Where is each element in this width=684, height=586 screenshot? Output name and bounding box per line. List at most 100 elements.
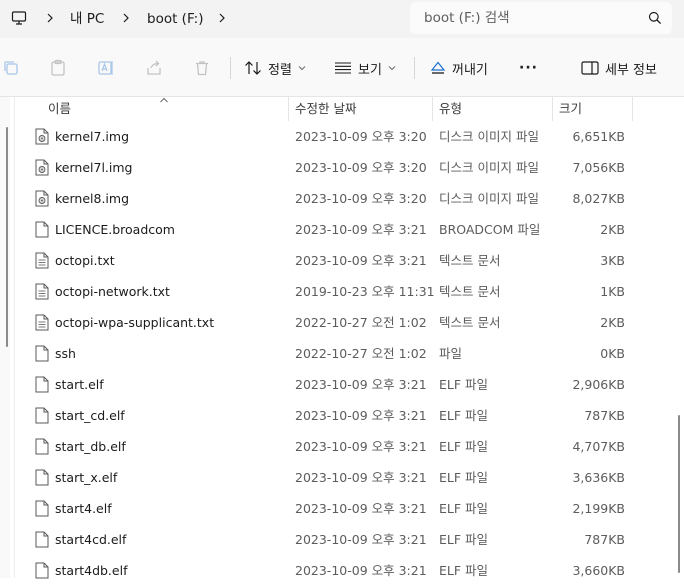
search-icon[interactable] <box>648 11 662 25</box>
file-date-modified: 2023-10-09 오후 3:21 <box>295 222 427 237</box>
file-date-modified: 2023-10-09 오후 3:21 <box>295 470 427 485</box>
sort-label: 정렬 <box>268 62 292 78</box>
file-date-modified: 2023-10-09 오후 3:21 <box>295 501 427 516</box>
file-row[interactable]: start4cd.elf 2023-10-09 오후 3:21 ELF 파일 787K… <box>28 524 636 555</box>
file-row[interactable]: start_x.elf 2023-10-09 오후 3:21 ELF 파일 3,636… <box>28 462 636 493</box>
file-name: start4db.elf <box>55 563 128 578</box>
file-row[interactable]: LICENCE.broadcom 2023-10-09 오후 3:21 BROADC… <box>28 214 636 245</box>
rename-icon[interactable] <box>97 59 115 77</box>
column-separator[interactable] <box>552 97 553 121</box>
column-separator[interactable] <box>432 97 433 121</box>
file-row[interactable]: octopi-network.txt 2019-10-23 오후 11:31 텍스트… <box>28 276 636 307</box>
file-row[interactable]: octopi-wpa-supplicant.txt 2022-10-27 오전 1… <box>28 307 636 338</box>
file-name: kernel7.img <box>55 129 129 144</box>
chevron-down-icon <box>388 66 396 71</box>
file-type: 텍스트 문서 <box>439 284 501 299</box>
file-size: 1KB <box>600 284 625 299</box>
file-size: 787KB <box>584 532 625 547</box>
file-date-modified: 2023-10-09 오후 3:21 <box>295 408 427 423</box>
sort-button[interactable]: 정렬 <box>244 54 306 82</box>
search-input[interactable] <box>424 9 634 27</box>
file-icon <box>35 438 49 455</box>
chevron-right-icon[interactable] <box>44 10 56 26</box>
text-file-icon <box>35 283 49 300</box>
column-header-size[interactable]: 크기 <box>559 97 582 123</box>
chevron-right-icon[interactable] <box>120 10 132 26</box>
file-size: 3,636KB <box>572 470 625 485</box>
file-size: 6,651KB <box>572 129 625 144</box>
breadcrumb-boot-drive[interactable]: boot (F:) <box>147 10 203 28</box>
sort-ascending-icon <box>160 97 168 103</box>
eject-button[interactable]: 꺼내기 <box>430 54 488 82</box>
file-row[interactable]: octopi.txt 2023-10-09 오후 3:21 텍스트 문서 3KB <box>28 245 636 276</box>
column-header-name[interactable]: 이름 <box>48 97 71 123</box>
file-name: octopi.txt <box>55 253 115 268</box>
view-label: 보기 <box>358 62 382 78</box>
file-date-modified: 2019-10-23 오후 11:31 <box>295 284 435 299</box>
file-type: 파일 <box>439 346 463 361</box>
more-options-button[interactable]: ··· <box>519 54 538 82</box>
more-options-icon: ··· <box>519 60 538 76</box>
file-row[interactable]: start.elf 2023-10-09 오후 3:21 ELF 파일 2,906KB <box>28 369 636 400</box>
text-file-icon <box>35 252 49 269</box>
command-bar: 정렬 보기 꺼내기 ··· 세부 정보 <box>0 38 684 97</box>
paste-icon[interactable] <box>49 59 67 77</box>
column-header-date[interactable]: 수정한 날짜 <box>295 97 356 123</box>
file-type: 디스크 이미지 파일 <box>439 129 539 144</box>
file-name: start4cd.elf <box>55 532 127 547</box>
file-row[interactable]: kernel8.img 2023-10-09 오후 3:20 디스크 이미지 파일 8… <box>28 183 636 214</box>
file-row[interactable]: start4db.elf 2023-10-09 오후 3:21 ELF 파일 3,66… <box>28 555 636 586</box>
file-name: octopi-network.txt <box>55 284 170 299</box>
file-row[interactable]: start_cd.elf 2023-10-09 오후 3:21 ELF 파일 787K… <box>28 400 636 431</box>
file-type: 텍스트 문서 <box>439 253 501 268</box>
navigation-pane-edge <box>0 97 10 578</box>
scrollbar-thumb[interactable] <box>678 415 680 573</box>
search-box[interactable] <box>410 2 672 34</box>
toolbar-divider <box>230 57 231 79</box>
vertical-scrollbar[interactable] <box>674 97 682 578</box>
file-name: LICENCE.broadcom <box>55 222 175 237</box>
file-name: start.elf <box>55 377 104 392</box>
breadcrumb-this-pc[interactable]: 내 PC <box>70 10 104 28</box>
address-bar[interactable]: 내 PC boot (F:) <box>0 2 400 34</box>
file-row[interactable]: start4.elf 2023-10-09 오후 3:21 ELF 파일 2,199K… <box>28 493 636 524</box>
view-list-icon <box>335 62 351 74</box>
eject-icon <box>430 61 446 74</box>
file-name: start_x.elf <box>55 470 118 485</box>
column-separator[interactable] <box>632 97 633 121</box>
file-name: kernel8.img <box>55 191 129 206</box>
details-pane-icon <box>581 61 599 75</box>
delete-icon[interactable] <box>193 59 211 77</box>
copy-icon[interactable] <box>2 59 20 77</box>
file-type: ELF 파일 <box>439 563 489 578</box>
address-bar-row: 내 PC boot (F:) <box>0 0 684 38</box>
view-button[interactable]: 보기 <box>334 54 396 82</box>
file-size: 2KB <box>600 222 625 237</box>
details-pane-button[interactable]: 세부 정보 <box>581 54 657 82</box>
file-name: start_db.elf <box>55 439 126 454</box>
file-icon <box>35 345 49 362</box>
column-header-type[interactable]: 유형 <box>439 97 462 123</box>
eject-label: 꺼내기 <box>452 62 488 78</box>
file-date-modified: 2023-10-09 오후 3:21 <box>295 253 427 268</box>
navigation-pane-scrollbar[interactable] <box>6 127 8 347</box>
file-date-modified: 2023-10-09 오후 3:20 <box>295 129 427 144</box>
file-name: octopi-wpa-supplicant.txt <box>55 315 215 330</box>
details-pane-label: 세부 정보 <box>605 62 657 78</box>
file-row[interactable]: start_db.elf 2023-10-09 오후 3:21 ELF 파일 4,70… <box>28 431 636 462</box>
file-type: 디스크 이미지 파일 <box>439 160 539 175</box>
column-separator[interactable] <box>288 97 289 121</box>
file-icon <box>35 562 49 579</box>
file-row[interactable]: ssh 2022-10-27 오전 1:02 파일 0KB <box>28 338 636 369</box>
chevron-right-icon[interactable] <box>216 10 228 26</box>
file-type: ELF 파일 <box>439 532 489 547</box>
file-size: 2,199KB <box>572 501 625 516</box>
disk-image-icon <box>35 128 49 145</box>
file-type: 텍스트 문서 <box>439 315 501 330</box>
file-type: ELF 파일 <box>439 501 489 516</box>
file-row[interactable]: kernel7.img 2023-10-09 오후 3:20 디스크 이미지 파일 6… <box>28 121 636 152</box>
sort-icon <box>245 61 261 75</box>
share-icon[interactable] <box>145 59 163 77</box>
file-row[interactable]: kernel7l.img 2023-10-09 오후 3:20 디스크 이미지 파일… <box>28 152 636 183</box>
file-name: start_cd.elf <box>55 408 125 423</box>
